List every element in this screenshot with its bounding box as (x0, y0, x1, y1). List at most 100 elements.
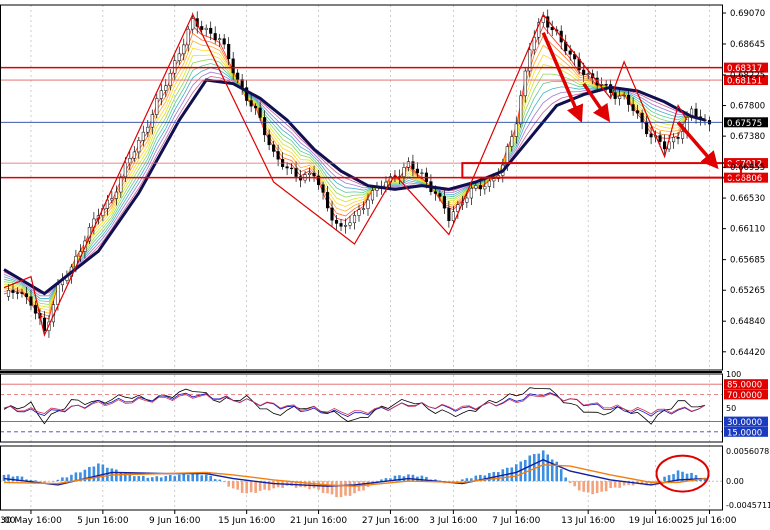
axes: 30 May 16:00 5 Jun 16:00 9 Jun 16:00 15 Jun… (0, 4, 765, 526)
candle-body (24, 293, 29, 297)
histogram-bar (133, 476, 136, 482)
histogram-bar (213, 479, 217, 482)
histogram-bar (353, 481, 356, 494)
candle-body (209, 27, 213, 34)
candle-body (272, 144, 276, 152)
candle-body (132, 151, 136, 159)
candle-body (330, 207, 334, 221)
candle-body (186, 28, 190, 46)
histogram-bar (159, 477, 163, 482)
candle-body (366, 199, 370, 209)
histogram-bar (191, 473, 195, 482)
candle-body (343, 225, 348, 227)
candle-body (312, 172, 316, 177)
candle-body (110, 198, 114, 201)
histogram-bar (312, 481, 316, 489)
candle-body (438, 193, 442, 197)
histogram-bar (173, 476, 177, 482)
candle-body (352, 215, 357, 224)
histogram-bar (92, 466, 96, 482)
candle-body (182, 44, 186, 55)
y-tick-label: 0.66110 (730, 225, 765, 235)
candle-body (119, 176, 123, 193)
candle-body (658, 135, 662, 142)
x-tick-label: 15 Jun 16:00 (218, 516, 275, 526)
histogram-bar (56, 479, 60, 482)
histogram-bar (604, 481, 608, 492)
candlesticks (6, 9, 712, 338)
histogram-bar (52, 481, 55, 482)
histogram-bar (618, 481, 621, 488)
histogram-bar (380, 479, 383, 482)
y-tick-label: 0.65685 (730, 256, 765, 266)
histogram-bar (321, 481, 325, 493)
candle-body (164, 85, 168, 91)
x-tick-label: 3 Jul 16:00 (429, 516, 478, 526)
candle-body (290, 167, 294, 170)
y-tick-label: 0.66955 (730, 163, 765, 173)
x-tick-label: 27 Jun 16:00 (362, 516, 419, 526)
price-tag-label: 0.67575 (727, 119, 762, 129)
candle-body (636, 110, 640, 114)
oscillator-panel: 85.000070.0000 30.000015.0000 100 50 (0, 370, 768, 438)
histogram-bar (240, 481, 244, 493)
histogram-bar (222, 481, 226, 483)
candle-body (200, 26, 204, 30)
oscillator-line (3, 393, 706, 416)
candle-body (631, 104, 635, 111)
candle-body (267, 134, 271, 146)
slow-moving-average (3, 78, 706, 296)
candle-body (487, 180, 491, 187)
histogram-bar (546, 454, 550, 482)
candle-body (218, 38, 222, 41)
histogram-bar (7, 474, 10, 482)
candle-body (451, 211, 455, 221)
histogram-bar (34, 480, 37, 482)
x-tick-label: 19 Jul 16:00 (629, 516, 683, 526)
histogram-bar (200, 475, 204, 482)
histogram-bar (523, 459, 527, 482)
y-tick-label: 0.68645 (730, 40, 765, 50)
candle-body (640, 112, 644, 123)
candle-body (150, 114, 154, 128)
x-tick-label: 7 Jul 16:00 (492, 516, 541, 526)
candle-body (249, 100, 253, 107)
candle-body (406, 161, 410, 168)
histogram-bar (559, 469, 563, 482)
candle-body (236, 72, 240, 80)
histogram-bar (272, 481, 275, 489)
histogram-bar (142, 475, 145, 482)
x-tick-label: 25 Jul 16:00 (683, 516, 737, 526)
candle-body (56, 284, 60, 305)
histogram-bar (667, 475, 671, 482)
candle-body (415, 168, 419, 174)
oscillator-level-label: 15.0000 (727, 428, 762, 438)
histogram-bar (254, 481, 257, 493)
histogram-bar (155, 476, 159, 482)
histogram-bar (411, 474, 415, 482)
histogram-bar (407, 474, 410, 482)
histogram-bar (177, 474, 181, 482)
y-tick-label: 0.68225 (730, 71, 765, 81)
histogram-bar (236, 481, 239, 490)
x-tick-label: 5 Jun 16:00 (77, 516, 129, 526)
candle-body (276, 151, 280, 160)
histogram-bar (227, 481, 230, 487)
histogram-bar (249, 481, 253, 493)
candle-body (420, 172, 424, 174)
y-tick-label: 0.67380 (730, 132, 765, 142)
candle-body (258, 107, 262, 118)
candle-body (361, 208, 366, 210)
forecast-arrow (676, 121, 719, 170)
histogram-bar (613, 481, 617, 488)
candle-body (141, 131, 145, 141)
histogram-tick-label: 0.00 (726, 477, 744, 486)
candle-body (334, 219, 339, 224)
histogram-bar (70, 474, 73, 482)
histogram-bar (2, 474, 6, 482)
candle-body (442, 196, 446, 209)
candle-body (519, 95, 523, 125)
histogram-bar (209, 475, 213, 482)
histogram-bar (231, 481, 235, 489)
forex-chart: 0.683170.681510.675750.670120.66806 85.0… (0, 4, 770, 526)
